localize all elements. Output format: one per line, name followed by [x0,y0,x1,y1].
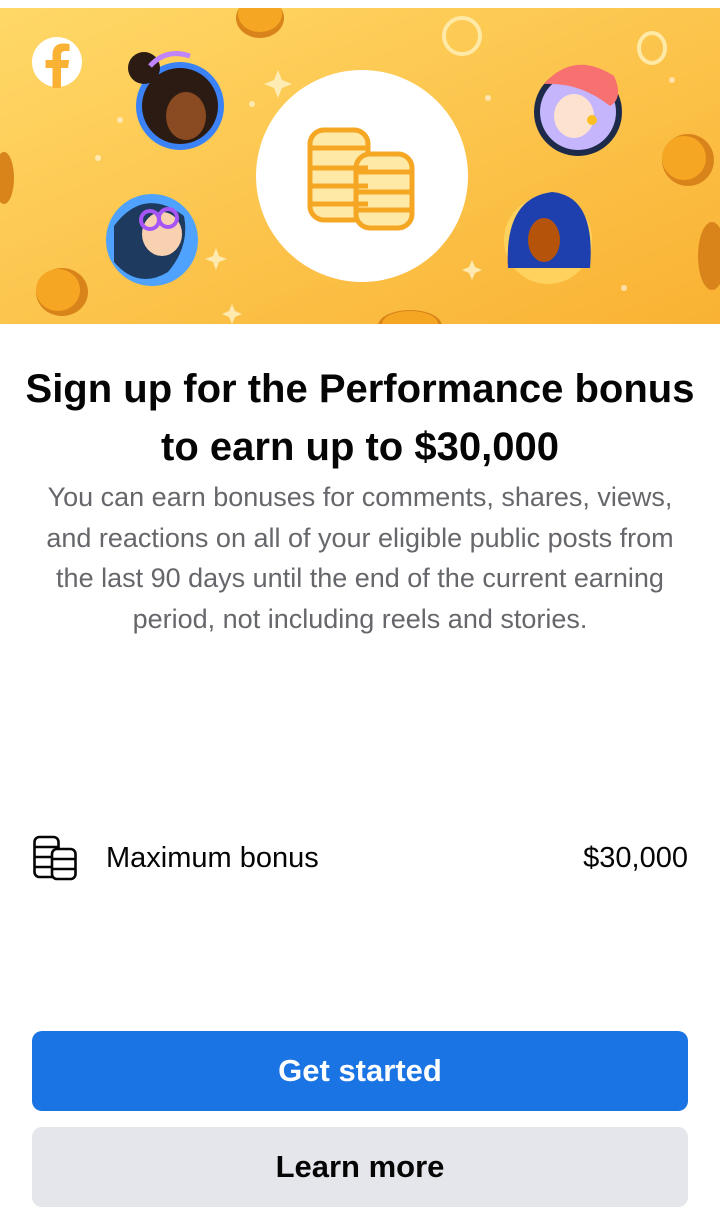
hero-banner [0,8,720,324]
gold-coin-icon [36,268,88,316]
bonus-description: You can earn bonuses for comments, share… [46,482,674,634]
learn-more-button[interactable]: Learn more [32,1127,688,1207]
maximum-bonus-value: $30,000 [583,842,688,874]
page-title: Sign up for the Performance bonus to ear… [25,367,695,469]
maximum-bonus-row: Maximum bonus $30,000 [32,832,688,884]
maximum-bonus-label: Maximum bonus [106,842,319,874]
get-started-button[interactable]: Get started [32,1031,688,1111]
bonus-illustration [0,8,720,324]
coin-stack-illustration [256,70,468,282]
avatar-man-glasses-icon [106,194,198,286]
coin-stack-icon [32,834,78,882]
gold-coin-icon [662,134,714,186]
